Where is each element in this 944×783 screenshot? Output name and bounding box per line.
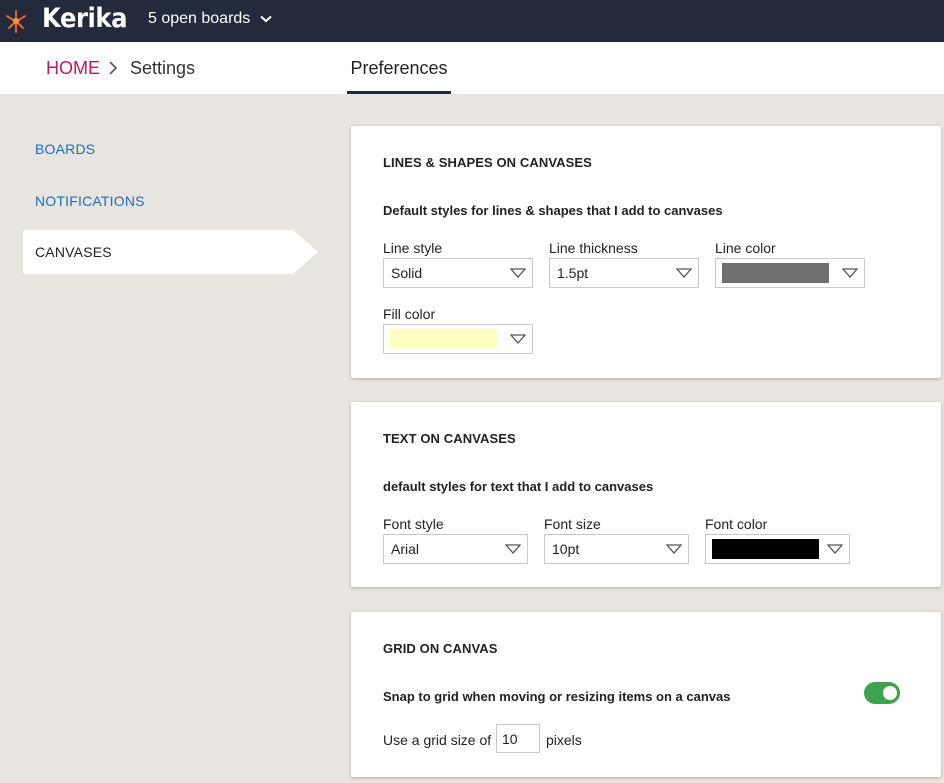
font-style-label: Font style — [383, 516, 444, 532]
dropdown-triangle-icon — [510, 268, 526, 278]
open-boards-label: 5 open boards — [148, 10, 251, 27]
line-thickness-select[interactable]: 1.5pt — [549, 258, 699, 288]
line-color-label: Line color — [715, 240, 776, 256]
dropdown-triangle-icon — [666, 544, 682, 554]
font-size-select[interactable]: 10pt — [544, 534, 689, 564]
font-size-value: 10pt — [552, 541, 580, 557]
dropdown-triangle-icon — [505, 544, 521, 554]
sidebar-item-canvases[interactable]: CANVASES — [23, 230, 319, 274]
font-color-swatch — [712, 539, 819, 559]
line-thickness-value: 1.5pt — [557, 265, 589, 281]
snap-to-grid-toggle[interactable] — [864, 682, 900, 704]
font-style-select[interactable]: Arial — [383, 534, 528, 564]
font-color-select[interactable] — [705, 534, 850, 564]
font-size-label: Font size — [544, 516, 601, 532]
line-style-label: Line style — [383, 240, 443, 256]
fill-color-label: Fill color — [383, 306, 436, 322]
text-canvases-subtitle: default styles for text that I add to ca… — [383, 479, 654, 494]
grid-canvas-title: GRID ON CANVAS — [383, 641, 498, 656]
line-color-select[interactable] — [715, 258, 865, 288]
dropdown-triangle-icon — [842, 268, 858, 278]
kerika-logo-text: Kerika — [42, 3, 128, 34]
font-color-label: Font color — [705, 516, 768, 532]
text-canvases-card: TEXT ON CANVASES default styles for text… — [351, 402, 941, 587]
chevron-down-icon — [260, 15, 272, 23]
tab-preferences[interactable]: Preferences — [347, 42, 451, 94]
lines-shapes-title: LINES & SHAPES ON CANVASES — [383, 155, 592, 170]
breadcrumb-settings: Settings — [130, 58, 196, 78]
line-thickness-label: Line thickness — [549, 240, 638, 256]
open-boards-dropdown[interactable]: 5 open boards — [148, 10, 272, 28]
lines-shapes-subtitle: Default styles for lines & shapes that I… — [383, 203, 723, 218]
breadcrumb-home-link[interactable]: HOME — [46, 58, 100, 79]
sidebar-item-boards[interactable]: BOARDS — [35, 141, 95, 157]
grid-size-input[interactable] — [496, 724, 540, 753]
font-style-value: Arial — [391, 541, 420, 557]
snap-to-grid-label: Snap to grid when moving or resizing ite… — [383, 689, 731, 704]
breadcrumb-bar: HOME Settings Preferences — [0, 42, 944, 94]
toggle-knob — [883, 686, 897, 700]
kerika-logo-icon — [6, 10, 26, 33]
line-color-swatch — [722, 263, 829, 283]
grid-size-prefix: Use a grid size of — [383, 732, 492, 748]
dropdown-triangle-icon — [827, 544, 843, 554]
dropdown-triangle-icon — [510, 334, 526, 344]
fill-color-swatch — [390, 329, 497, 349]
line-style-select[interactable]: Solid — [383, 258, 533, 288]
dropdown-triangle-icon — [676, 268, 692, 278]
grid-size-suffix: pixels — [546, 732, 582, 748]
grid-canvas-card: GRID ON CANVAS Snap to grid when moving … — [351, 612, 941, 777]
sidebar-item-canvases-label: CANVASES — [35, 244, 112, 260]
lines-shapes-card: LINES & SHAPES ON CANVASES Default style… — [351, 126, 941, 378]
line-style-value: Solid — [391, 265, 423, 281]
chevron-right-icon — [109, 61, 118, 75]
top-bar: Kerika 5 open boards — [0, 0, 944, 42]
sidebar-item-notifications[interactable]: NOTIFICATIONS — [35, 193, 145, 209]
fill-color-select[interactable] — [383, 324, 533, 354]
text-canvases-title: TEXT ON CANVASES — [383, 431, 516, 446]
